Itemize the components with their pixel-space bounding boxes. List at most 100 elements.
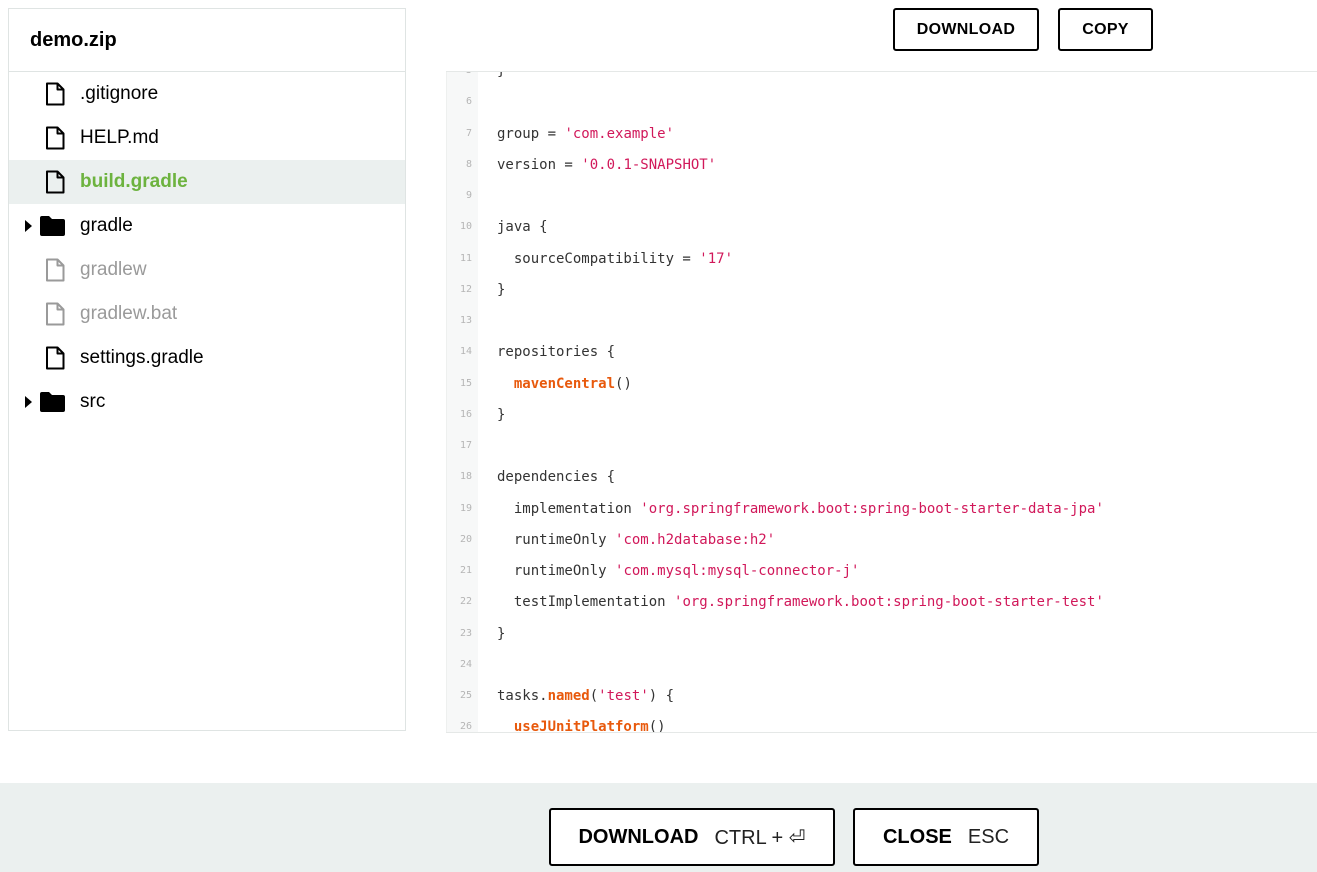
tree-item-label: settings.gradle — [80, 347, 204, 368]
string-token: 'org.springframework.boot:spring-boot-st… — [640, 500, 1104, 517]
file-icon — [45, 302, 65, 326]
tree-item-label: src — [80, 391, 106, 412]
line-number: 6 — [465, 96, 472, 108]
code-token: () — [648, 719, 666, 733]
line-number: 16 — [459, 408, 472, 420]
file-explorer: demo.zip .gitignore HELP.md build.gradle gr… — [8, 8, 406, 731]
code-text: dependencies { — [497, 468, 615, 486]
function-token: mavenCentral — [513, 375, 616, 392]
code-token: version = — [497, 156, 582, 173]
code-line: 8 version = '0.0.1-SNAPSHOT' — [446, 150, 1317, 181]
file-icon — [45, 126, 65, 150]
line-number: 5 — [446, 72, 472, 76]
code-line: 21 runtimeOnly 'com.mysql:mysql-connecto… — [446, 556, 1317, 587]
code-viewer[interactable]: 5} 6 7 group = 'com.example' 8 version = '0.0… — [446, 71, 1317, 733]
code-token: java { — [497, 219, 548, 236]
line-number: 17 — [459, 440, 472, 451]
footer-bar: DOWNLOAD CTRL + ⏎ CLOSE ESC — [0, 783, 1317, 872]
code-text: java { — [497, 218, 548, 236]
function-token: named — [547, 688, 590, 704]
line-number: 21 — [459, 565, 472, 576]
code-token: ) { — [648, 688, 675, 704]
download-label: DOWNLOAD — [578, 825, 699, 848]
tree-item-gradlew[interactable]: gradlew — [9, 248, 405, 292]
tree-item-settings-gradle[interactable]: settings.gradle — [9, 336, 405, 380]
copy-button[interactable]: COPY — [1058, 8, 1153, 51]
code-text: implementation 'org.springframework.boot… — [497, 500, 1104, 518]
function-token: useJUnitPlatform — [513, 719, 649, 733]
code-line: 6 — [446, 87, 1317, 118]
folder-icon — [39, 215, 66, 237]
string-token: '17' — [699, 250, 734, 267]
caret-right-icon[interactable] — [25, 220, 32, 232]
code-token: ( — [589, 688, 599, 704]
code-token: tasks. — [497, 688, 548, 704]
tree-item-label: HELP.md — [80, 127, 159, 148]
code-text: repositories { — [497, 343, 615, 361]
tree-item-src[interactable]: src — [9, 380, 405, 424]
code-line: 7 group = 'com.example' — [446, 119, 1317, 150]
code-line: 20 runtimeOnly 'com.h2database:h2' — [446, 525, 1317, 556]
code-text: } — [497, 281, 505, 299]
code-line: 25 tasks.named('test') { — [446, 681, 1317, 712]
download-project-button[interactable]: DOWNLOAD CTRL + ⏎ — [549, 808, 835, 866]
code-line: 22 testImplementation 'org.springframewo… — [446, 587, 1317, 618]
code-line: 11 sourceCompatibility = '17' — [446, 244, 1317, 275]
line-number: 26 — [459, 721, 472, 733]
line-number: 20 — [459, 533, 472, 545]
tree-item-label: gradlew.bat — [80, 303, 178, 324]
code-text: group = 'com.example' — [497, 125, 674, 143]
code-text: mavenCentral() — [497, 375, 632, 393]
string-token: 'com.example' — [564, 125, 675, 142]
string-token: '0.0.1-SNAPSHOT' — [581, 156, 717, 173]
close-button[interactable]: CLOSE ESC — [853, 808, 1039, 866]
tree-item-gradlew-bat[interactable]: gradlew.bat — [9, 292, 405, 336]
archive-title: demo.zip — [9, 9, 405, 72]
code-text: runtimeOnly 'com.h2database:h2' — [497, 531, 775, 549]
code-text: sourceCompatibility = '17' — [497, 250, 733, 268]
string-token: 'test' — [598, 688, 649, 704]
tree-item-help-md[interactable]: HELP.md — [9, 116, 405, 160]
download-shortcut-hint: CTRL + ⏎ — [714, 826, 806, 849]
file-icon — [45, 346, 65, 370]
tree-item-label: build.gradle — [80, 171, 188, 192]
string-token: 'org.springframework.boot:spring-boot-st… — [674, 594, 1104, 611]
line-number: 9 — [465, 190, 472, 201]
code-line: 15 mavenCentral() — [446, 369, 1317, 400]
code-line: 17 — [446, 431, 1317, 462]
line-number: 15 — [459, 377, 472, 389]
code-token: } — [497, 406, 506, 423]
line-number: 24 — [459, 658, 472, 670]
code-text: runtimeOnly 'com.mysql:mysql-connector-j… — [497, 562, 860, 580]
string-token: 'com.mysql:mysql-connector-j' — [615, 563, 860, 579]
line-number: 13 — [459, 315, 472, 326]
code-line: 13 — [446, 306, 1317, 337]
code-token: repositories { — [497, 344, 616, 361]
code-line: 24 — [446, 650, 1317, 681]
folder-icon — [39, 391, 66, 413]
tree-item-build-gradle[interactable]: build.gradle — [9, 160, 405, 204]
file-icon — [45, 258, 65, 282]
code-text: tasks.named('test') { — [497, 687, 674, 705]
code-token: implementation — [497, 500, 641, 517]
download-file-button[interactable]: DOWNLOAD — [893, 8, 1039, 51]
tree-item-label: .gitignore — [80, 83, 159, 104]
line-number: 8 — [465, 158, 472, 170]
close-label: CLOSE — [882, 825, 952, 848]
code-text: } — [497, 406, 505, 424]
code-line: 14 repositories { — [446, 337, 1317, 368]
line-number: 11 — [459, 252, 472, 264]
tree-item-gradle[interactable]: gradle — [9, 204, 405, 248]
code-line: 10 java { — [446, 212, 1317, 243]
code-line: 16} — [446, 400, 1317, 431]
caret-right-icon[interactable] — [25, 396, 32, 408]
code-line: 5} — [446, 72, 1317, 87]
code-token: runtimeOnly — [497, 531, 616, 548]
code-line: 18 dependencies { — [446, 462, 1317, 493]
line-number: 19 — [459, 502, 472, 514]
code-lines: 5} 6 7 group = 'com.example' 8 version = '0.0… — [446, 72, 1317, 733]
file-icon — [45, 170, 65, 194]
tree-item-gitignore[interactable]: .gitignore — [9, 72, 405, 116]
